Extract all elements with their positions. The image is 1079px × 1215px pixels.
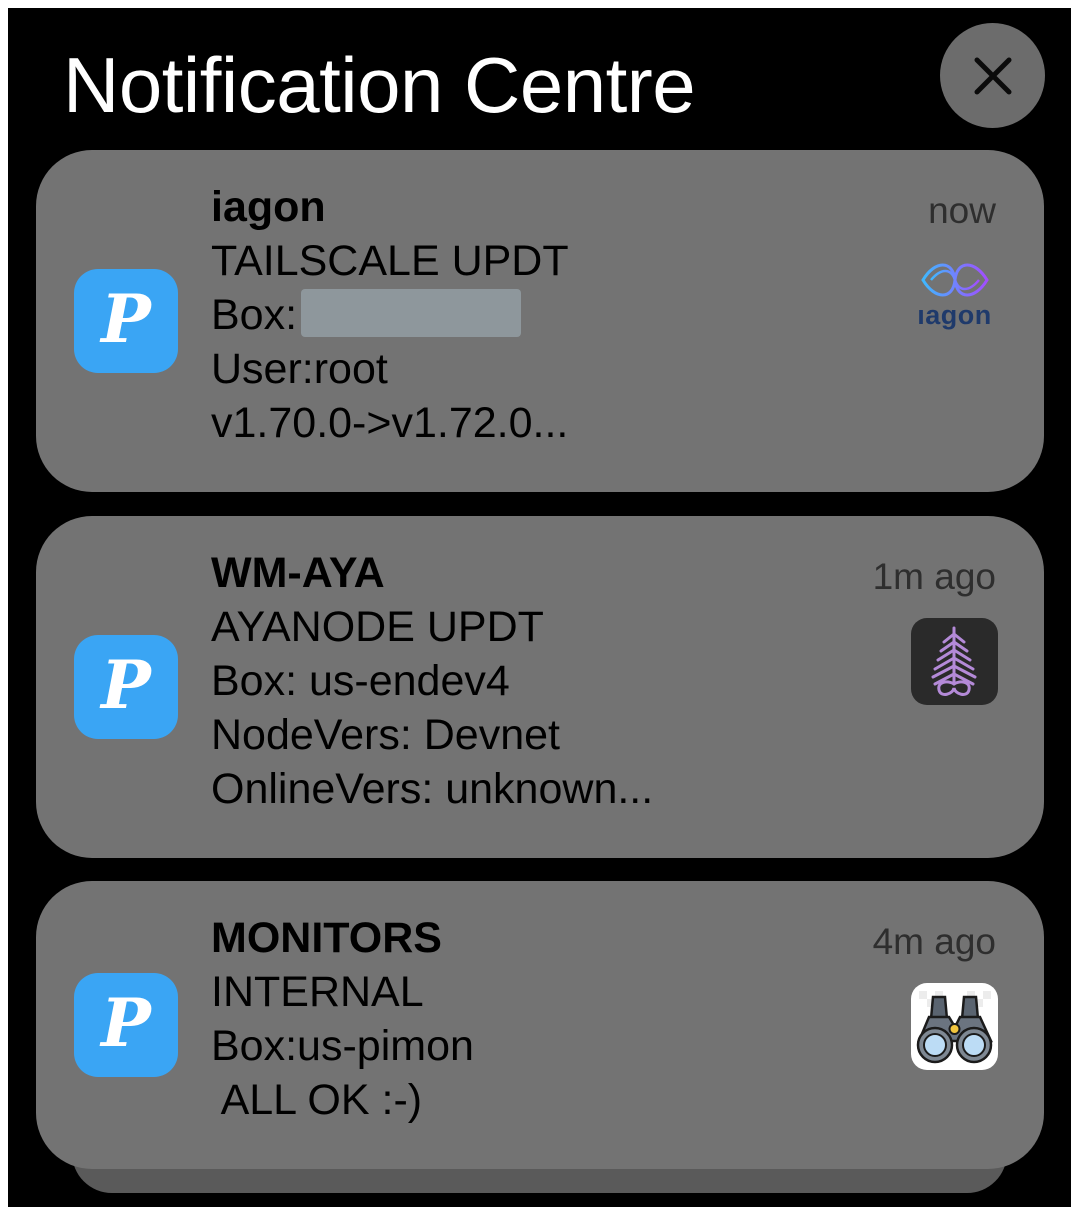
notification-centre-screen: Notification Centre P iagon TAILSCALE UP… — [8, 8, 1071, 1207]
notification-line: User:root — [211, 345, 388, 393]
pushover-app-icon: P — [74, 973, 178, 1077]
notification-time: now — [928, 190, 996, 231]
iagon-logo: ıagon — [911, 252, 998, 339]
notification-line: Box: — [211, 288, 894, 342]
redacted-box-name — [301, 289, 522, 337]
notification-line: v1.70.0->v1.72.0... — [211, 399, 569, 447]
notification-line: OnlineVers: unknown... — [211, 765, 654, 813]
aya-logo — [911, 618, 998, 705]
binoculars-icon — [911, 983, 998, 1070]
notification-line: ALL OK :-) — [211, 1076, 423, 1124]
close-icon — [974, 57, 1011, 94]
close-button[interactable] — [940, 23, 1045, 128]
notification-line: TAILSCALE UPDT — [211, 237, 569, 285]
pushover-app-icon: P — [74, 635, 178, 739]
page-title: Notification Centre — [63, 41, 696, 129]
notification-card[interactable]: P WM-AYA AYANODE UPDT Box: us-endev4 Nod… — [36, 516, 1044, 858]
notification-time: 1m ago — [872, 556, 996, 597]
notification-app-name: MONITORS — [211, 914, 442, 962]
pushover-app-icon: P — [74, 269, 178, 373]
notification-app-name: iagon — [211, 183, 326, 231]
notification-card[interactable]: P MONITORS INTERNAL Box:us-pimon ALL OK … — [36, 881, 1044, 1169]
notification-time: 4m ago — [872, 921, 996, 962]
notification-line: Box: us-endev4 — [211, 657, 510, 705]
notification-line: NodeVers: Devnet — [211, 711, 560, 759]
notification-card[interactable]: P iagon TAILSCALE UPDT Box: User:root v1… — [36, 150, 1044, 492]
notification-line: AYANODE UPDT — [211, 603, 544, 651]
notification-line: INTERNAL — [211, 968, 424, 1016]
notification-app-name: WM-AYA — [211, 549, 385, 597]
notification-line: Box:us-pimon — [211, 1022, 474, 1070]
